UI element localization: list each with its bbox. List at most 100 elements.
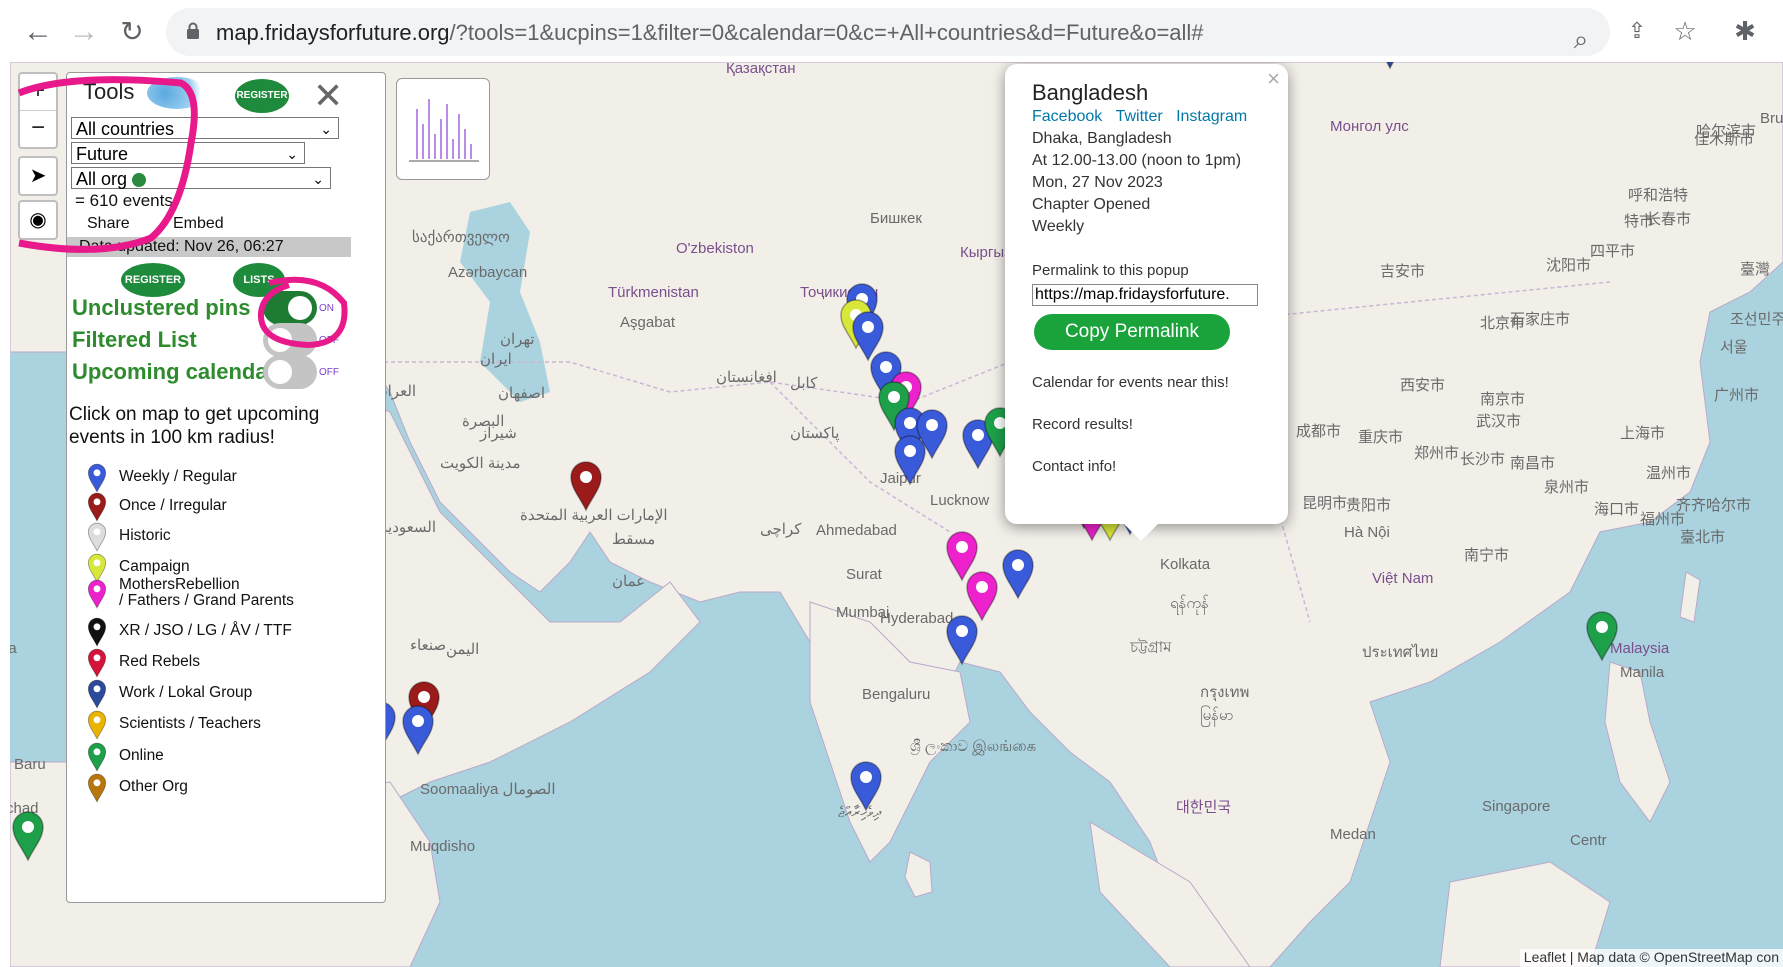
register-badge[interactable]: REGISTER bbox=[121, 263, 185, 297]
record-results-link[interactable]: Record results! bbox=[1032, 416, 1133, 433]
map-pin[interactable] bbox=[569, 460, 603, 512]
chevron-down-icon: ⌄ bbox=[286, 146, 298, 162]
register-badge-top[interactable]: REGISTER bbox=[235, 79, 289, 113]
hint-line-2: events in 100 km radius! bbox=[69, 427, 275, 448]
toggle-label: Filtered List bbox=[72, 327, 197, 352]
legend-label: Other Org bbox=[119, 778, 188, 795]
map-label: 郑州市 bbox=[1414, 445, 1460, 462]
hint-line-1: Click on map to get upcoming bbox=[69, 404, 320, 425]
copy-permalink-label: Copy Permalink bbox=[1064, 321, 1200, 342]
zoom-out-button[interactable]: − bbox=[20, 111, 56, 147]
toggle-state: OFF bbox=[319, 367, 339, 378]
map-label: O'zbekiston bbox=[676, 240, 754, 257]
back-icon[interactable]: ← bbox=[18, 12, 58, 52]
map-label: تهران bbox=[500, 331, 535, 348]
map-pin-icon bbox=[87, 492, 107, 522]
map-pin[interactable] bbox=[1001, 548, 1035, 600]
data-updated: Data updated: Nov 26, 06:27 bbox=[67, 237, 351, 257]
toggle-knob bbox=[288, 296, 312, 320]
locate-icon[interactable]: ➤ bbox=[18, 156, 58, 196]
org-select[interactable]: All org ⌄ bbox=[71, 167, 331, 189]
map-label: Soomaaliya الصومال bbox=[420, 781, 556, 798]
embed-link[interactable]: Embed bbox=[173, 215, 224, 233]
share-icon[interactable]: ⇪ bbox=[1620, 14, 1654, 48]
extensions-icon[interactable]: ✱ bbox=[1728, 14, 1762, 48]
map-label: 南宁市 bbox=[1464, 547, 1510, 564]
map-label: Medan bbox=[1330, 826, 1376, 843]
map-pin[interactable] bbox=[945, 614, 979, 666]
map-label: Singapore bbox=[1482, 798, 1551, 815]
map-pin-icon bbox=[87, 648, 107, 678]
star-icon[interactable]: ☆ bbox=[1668, 14, 1702, 48]
map-pin[interactable] bbox=[11, 810, 45, 862]
map-label: Aşgabat bbox=[620, 314, 676, 331]
instagram-link[interactable]: Instagram bbox=[1176, 108, 1247, 125]
chevron-down-icon: ⌄ bbox=[320, 121, 332, 137]
toggle-state: ON bbox=[319, 303, 334, 314]
contact-info-link[interactable]: Contact info! bbox=[1032, 458, 1116, 475]
time-select[interactable]: Future ⌄ bbox=[71, 142, 305, 164]
legend-label: Scientists / Teachers bbox=[119, 715, 261, 732]
map-label: البصرة bbox=[462, 413, 505, 430]
map-label: مسقط bbox=[612, 531, 656, 548]
map-label: 沈阳市 bbox=[1546, 257, 1592, 274]
map-pin[interactable] bbox=[1373, 62, 1407, 70]
map-label: 四平市 bbox=[1590, 243, 1636, 260]
url-domain: map.fridaysforfuture.org bbox=[216, 20, 450, 45]
map-label: Türkmenistan bbox=[608, 284, 699, 301]
address-bar[interactable]: map.fridaysforfuture.org/?tools=1&ucpins… bbox=[166, 8, 1610, 56]
map-pin[interactable] bbox=[893, 434, 927, 486]
map-label: 温州市 bbox=[1646, 465, 1692, 482]
map-label: افغانستان bbox=[716, 369, 777, 386]
map-label: 重庆市 bbox=[1358, 429, 1404, 446]
url-text: map.fridaysforfuture.org/?tools=1&ucpins… bbox=[216, 20, 1204, 46]
tools-title: Tools bbox=[83, 79, 135, 104]
reload-icon[interactable]: ↻ bbox=[112, 12, 152, 52]
forward-icon[interactable]: → bbox=[64, 12, 104, 52]
country-select-value: All countries bbox=[76, 119, 175, 139]
map-attribution[interactable]: Leaflet | Map data © OpenStreetMap con bbox=[1519, 949, 1783, 967]
map-label: საქართველო bbox=[412, 229, 510, 246]
map-label: Manila bbox=[1620, 664, 1665, 681]
share-link[interactable]: Share bbox=[87, 215, 130, 233]
zoom-icon[interactable]: ⌕ bbox=[1564, 22, 1598, 56]
map-label: اصفهان bbox=[498, 385, 545, 402]
map-pin-icon bbox=[87, 679, 107, 709]
map[interactable]: Қазақстан Бишкек Кыргызстан O'zbekiston Тоҷи… bbox=[10, 62, 1783, 967]
browser-toolbar: ← → ↻ map.fridaysforfuture.org/?tools=1&… bbox=[0, 0, 1783, 62]
map-pin-icon bbox=[87, 579, 107, 609]
map-label: 서울 bbox=[1720, 339, 1748, 356]
map-label: مدينة الكويت bbox=[440, 455, 521, 472]
map-pin[interactable] bbox=[849, 760, 883, 812]
close-icon[interactable]: ✕ bbox=[313, 75, 343, 117]
toggle-switch[interactable] bbox=[263, 355, 317, 389]
map-label: ایران bbox=[480, 351, 512, 368]
globe-icon[interactable]: ◉ bbox=[18, 200, 58, 240]
country-select[interactable]: All countries ⌄ bbox=[71, 117, 339, 139]
map-pin[interactable] bbox=[401, 704, 435, 756]
map-label: Ahmedabad bbox=[816, 522, 897, 539]
toggle-switch[interactable] bbox=[263, 291, 317, 325]
earth-icon bbox=[132, 173, 147, 187]
legend-label: Online bbox=[119, 747, 164, 764]
zoom-in-button[interactable]: + bbox=[20, 74, 56, 111]
map-label: Kolkata bbox=[1160, 556, 1211, 573]
chart-thumbnail[interactable] bbox=[396, 78, 490, 180]
map-label: صنعاء bbox=[410, 637, 447, 654]
facebook-link[interactable]: Facebook bbox=[1032, 108, 1102, 125]
map-label: عمان bbox=[612, 573, 646, 590]
calendar-link[interactable]: Calendar for events near this! bbox=[1032, 374, 1229, 391]
copy-permalink-button[interactable]: Copy Permalink bbox=[1034, 314, 1230, 350]
map-label: မြန်မာ bbox=[1200, 707, 1234, 724]
map-label: Lucknow bbox=[930, 492, 990, 509]
toggle-switch[interactable] bbox=[263, 323, 317, 357]
map-pin[interactable] bbox=[1585, 610, 1619, 662]
map-label: Монгол улс bbox=[1330, 118, 1409, 135]
popup-social-links: Facebook Twitter Instagram bbox=[1032, 108, 1247, 126]
twitter-link[interactable]: Twitter bbox=[1116, 108, 1163, 125]
permalink-input[interactable] bbox=[1032, 284, 1258, 306]
map-label: 海口市 bbox=[1594, 501, 1640, 518]
map-label: 臺灣 bbox=[1740, 261, 1771, 278]
map-label: 昆明市 bbox=[1302, 495, 1348, 512]
popup-close-icon[interactable]: × bbox=[1267, 66, 1280, 92]
